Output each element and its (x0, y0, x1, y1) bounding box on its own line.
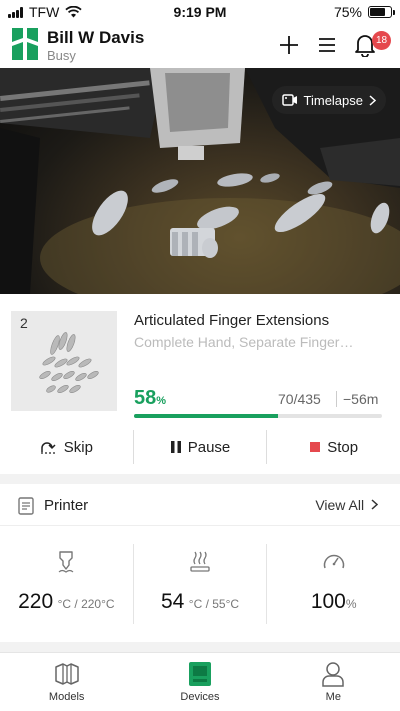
nozzle-temp-unit: °C / 220°C (57, 597, 115, 611)
nozzle-temp-value: 220 (18, 590, 54, 613)
status-bar: TFW 9:19 PM 75% (0, 0, 400, 24)
skip-icon (40, 442, 57, 454)
printer-document-icon (18, 497, 34, 515)
progress-value: 58 (134, 387, 157, 409)
stop-icon (310, 442, 321, 452)
speed-value: 100 (310, 590, 346, 613)
progress-bar (134, 414, 382, 418)
models-cube-icon (54, 663, 79, 685)
heatbed-icon (190, 551, 210, 572)
chevron-right-icon (371, 499, 379, 510)
bed-temperature[interactable]: 54 °C / 55°C (132, 544, 267, 624)
progress-bar-fill (134, 414, 278, 418)
layer-count: 70/435 (278, 391, 321, 407)
user-name[interactable]: Bill W Davis (47, 28, 144, 48)
nav-models[interactable]: Models (0, 653, 133, 711)
speedometer-icon (323, 554, 344, 569)
bed-temp-unit: °C / 55°C (188, 597, 240, 611)
timelapse-label: Timelapse (303, 92, 363, 108)
battery-icon (368, 6, 395, 18)
time-remaining: −56m (336, 391, 378, 407)
job-subtitle: Complete Hand, Separate Finger… (134, 334, 354, 350)
chevron-right-icon (369, 94, 376, 106)
bed-temp-value: 54 (160, 590, 185, 613)
devices-icon (188, 662, 211, 686)
plate-thumbnail[interactable]: 2 (11, 311, 117, 411)
pause-icon (170, 441, 181, 453)
job-title: Articulated Finger Extensions (134, 312, 330, 329)
add-button[interactable] (276, 32, 302, 58)
timelapse-button[interactable]: Timelapse (271, 86, 386, 114)
printer-card: Printer View All 220 °C / 220°C 54 °C / … (0, 484, 400, 642)
printer-title: Printer (44, 497, 89, 514)
skip-label: Skip (63, 438, 93, 456)
pause-label: Pause (187, 438, 231, 456)
battery-percent: 75% (333, 4, 362, 20)
menu-icon (319, 38, 335, 52)
nozzle-icon (58, 551, 74, 573)
notification-badge: 18 (372, 31, 391, 50)
plate-preview-image (39, 332, 99, 393)
speed-unit: % (345, 597, 357, 611)
bottom-navigation: Models Devices Me (0, 652, 400, 711)
nav-me-label: Me (325, 691, 341, 703)
printer-stats: 220 °C / 220°C 54 °C / 55°C 100% (0, 544, 400, 624)
bambu-logo-icon (12, 28, 38, 60)
print-job-card: 2 Articulated Finger Extensions Complete… (0, 294, 400, 474)
printer-card-header: Printer View All (0, 484, 400, 526)
progress-percent: 58% (134, 387, 166, 410)
nav-models-label: Models (48, 691, 85, 703)
view-all-link[interactable]: View All (315, 497, 379, 513)
user-status: Busy (47, 48, 76, 63)
stop-label: Stop (327, 438, 359, 456)
app-header: Bill W Davis Busy (0, 24, 400, 68)
user-profile-icon (322, 662, 345, 687)
camera-view[interactable]: Timelapse (0, 68, 400, 294)
stop-button[interactable]: Stop (266, 430, 400, 464)
nozzle-temperature[interactable]: 220 °C / 220°C (0, 544, 133, 624)
view-all-label: View All (315, 497, 365, 513)
nav-devices-label: Devices (180, 691, 220, 703)
progress-unit: % (156, 395, 167, 407)
pause-button[interactable]: Pause (132, 430, 267, 464)
print-speed[interactable]: 100% (266, 544, 400, 624)
menu-button[interactable] (314, 32, 340, 58)
skip-button[interactable]: Skip (0, 430, 133, 464)
job-actions: Skip Pause Stop (0, 430, 400, 464)
plus-icon (280, 36, 298, 54)
nav-devices[interactable]: Devices (133, 653, 266, 711)
video-camera-icon (281, 94, 297, 106)
nav-me[interactable]: Me (267, 653, 400, 711)
status-bar-right: 75% (333, 4, 395, 20)
